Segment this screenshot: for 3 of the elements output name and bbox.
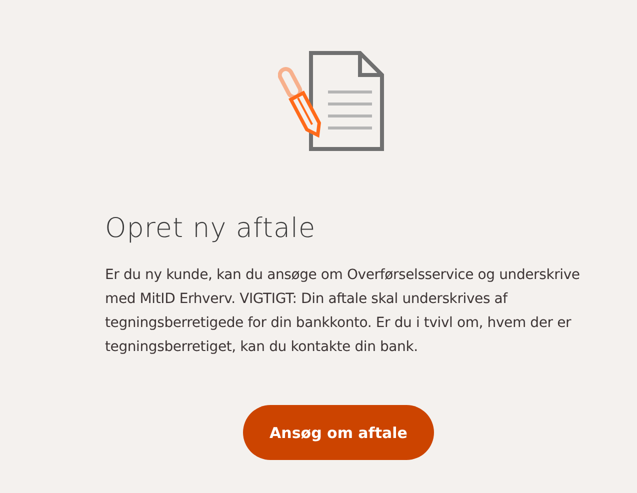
heading: Opret ny aftale <box>105 212 316 246</box>
apply-button[interactable]: Ansøg om aftale <box>243 405 434 460</box>
description: Er du ny kunde, kan du ansøge om Overførselsservice og underskrive med MitID Erhverv. VIGTIGT: Din aftale skal underskrives af tegningsberretigede for din bankkonto. Er du i tvivl om, hvem der er tegningsberretiget, kan du kontakte din bank. <box>105 266 581 357</box>
